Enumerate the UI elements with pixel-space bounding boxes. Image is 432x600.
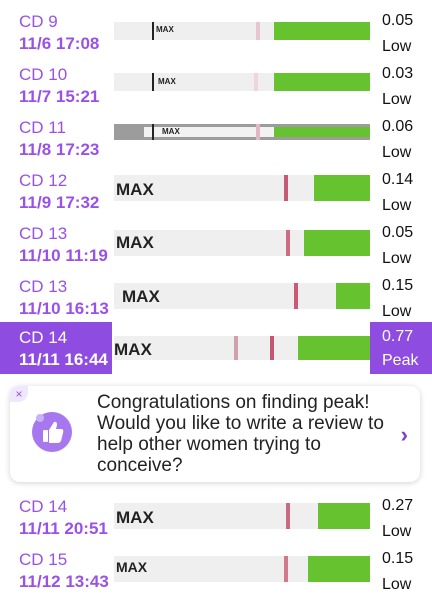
chevron-right-icon[interactable]: › xyxy=(401,422,408,448)
lh-level: Low xyxy=(382,523,412,540)
strip-green xyxy=(298,336,370,360)
lh-value: 0.05 xyxy=(382,12,414,29)
strip-max-label: MAX xyxy=(116,508,154,527)
selected-row-label[interactable]: CD 14 11/11 16:44 xyxy=(0,322,112,374)
lh-level: Low xyxy=(382,38,412,55)
strip-bar xyxy=(284,175,288,201)
lh-level: Low xyxy=(382,303,412,320)
test-datetime: 11/12 13:43 xyxy=(19,572,109,591)
review-prompt-text: Congratulations on finding peak! Would y… xyxy=(97,392,384,476)
lh-value: 0.14 xyxy=(382,171,414,188)
test-strip-image: MAX xyxy=(114,503,370,529)
strip-green xyxy=(336,283,370,309)
lh-value: 0.06 xyxy=(382,118,414,135)
strip-bar xyxy=(284,556,288,582)
strip-max-label: MAX xyxy=(116,559,148,575)
strip-green xyxy=(274,73,370,91)
lh-value: 0.05 xyxy=(382,224,414,241)
test-strip-image: MAX xyxy=(114,556,370,582)
cycle-day: CD 13 xyxy=(19,224,68,243)
strip-max-label: MAX xyxy=(162,127,180,136)
strip-bar xyxy=(256,22,260,40)
strip-max-label: MAX xyxy=(156,25,174,34)
test-strip-image: MAX xyxy=(114,336,370,360)
test-strip-image: MAX xyxy=(114,22,370,40)
strip-max-label: MAX xyxy=(122,287,160,306)
strip-max-label: MAX xyxy=(158,77,176,86)
lh-level: Low xyxy=(382,197,412,214)
lh-value: 0.27 xyxy=(382,497,414,514)
cycle-day: CD 14 xyxy=(19,328,68,347)
strip-max-label: MAX xyxy=(116,180,154,199)
test-datetime: 11/6 17:08 xyxy=(19,34,100,53)
strip-bar xyxy=(152,22,154,40)
strip-bar xyxy=(152,73,154,91)
strip-bar xyxy=(294,283,298,309)
lh-level: Low xyxy=(382,144,412,161)
strip-green xyxy=(318,503,370,529)
cycle-day: CD 15 xyxy=(19,550,68,569)
cycle-day: CD 13 xyxy=(19,277,68,296)
strip-green xyxy=(308,556,370,582)
test-strip-image: MAX xyxy=(114,283,370,309)
lh-level: Low xyxy=(382,250,412,267)
test-strip-image: MAX xyxy=(114,230,370,256)
lh-level: Peak xyxy=(382,352,419,369)
cycle-day: CD 9 xyxy=(19,12,58,31)
cycle-day: CD 10 xyxy=(19,65,68,84)
test-datetime: 11/7 15:21 xyxy=(19,87,100,106)
strip-bar xyxy=(286,230,290,256)
lh-value: 0.15 xyxy=(382,550,414,567)
thumbs-up-icon xyxy=(32,412,72,452)
strip-bar xyxy=(256,124,260,140)
test-datetime: 11/10 16:13 xyxy=(19,299,109,318)
cycle-day: CD 14 xyxy=(19,497,68,516)
test-datetime: 11/11 20:51 xyxy=(19,519,108,538)
cycle-day: CD 12 xyxy=(19,171,68,190)
strip-max-label: MAX xyxy=(114,340,152,359)
close-icon[interactable]: × xyxy=(10,386,28,402)
strip-bar xyxy=(286,503,290,529)
test-strip-image: MAX xyxy=(114,73,370,91)
lh-value: 0.77 xyxy=(382,328,414,345)
strip-bar xyxy=(234,336,238,360)
test-strip-image: MAX xyxy=(114,175,370,201)
test-strip-image: MAX xyxy=(114,124,370,140)
strip-max-label: MAX xyxy=(116,233,154,252)
test-datetime: 11/8 17:23 xyxy=(19,140,100,159)
lh-value: 0.15 xyxy=(382,277,414,294)
lh-level: Low xyxy=(382,576,412,593)
strip-bar xyxy=(254,73,258,91)
test-datetime: 11/9 17:32 xyxy=(19,193,100,212)
selected-row-result[interactable]: 0.77 Peak xyxy=(370,322,432,374)
review-prompt-card[interactable]: × Congratulations on finding peak! Would… xyxy=(10,386,420,482)
strip-green xyxy=(274,22,370,40)
lh-level: Low xyxy=(382,91,412,108)
cycle-day: CD 11 xyxy=(19,118,66,137)
strip-green xyxy=(304,230,370,256)
strip-green xyxy=(274,127,370,137)
strip-green xyxy=(314,175,370,201)
test-datetime: 11/10 11:19 xyxy=(19,246,108,265)
strip-bar xyxy=(152,124,154,140)
test-datetime: 11/11 16:44 xyxy=(19,350,108,369)
lh-value: 0.03 xyxy=(382,65,414,82)
strip-bar xyxy=(270,336,274,360)
